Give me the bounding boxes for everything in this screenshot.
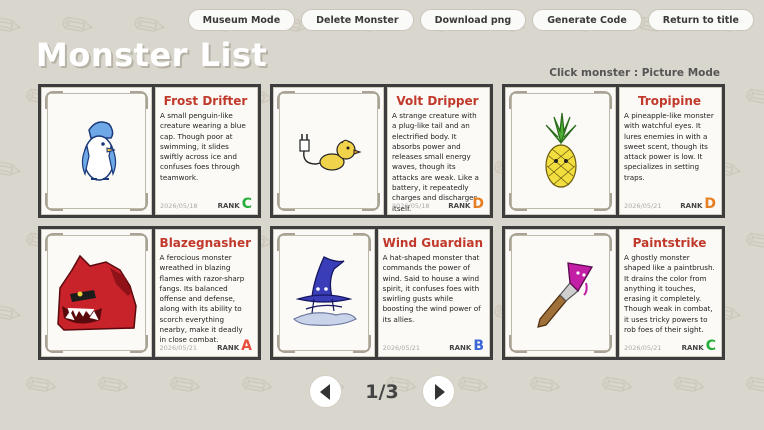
return-to-title-button[interactable]: Return to title <box>647 9 754 31</box>
monster-picture-frame <box>273 229 375 357</box>
rank-label: RANK <box>681 344 704 352</box>
monster-name: Frost Drifter <box>163 94 248 108</box>
rank-grade: A <box>241 338 252 354</box>
rank-grade: D <box>704 196 716 212</box>
background-brush-icon: ✎ <box>0 286 32 342</box>
monster-date: 2026/05/18 <box>392 202 430 210</box>
rank-grade: B <box>473 338 484 354</box>
monster-date: 2026/05/21 <box>382 344 421 352</box>
rank-grade: C <box>705 338 716 354</box>
monster-date: 2026/05/18 <box>160 202 198 210</box>
monster-description: A ferocious monster wreathed in blazing … <box>159 253 245 345</box>
generate-code-button[interactable]: Generate Code <box>532 9 642 31</box>
monster-picture-frame <box>41 87 152 215</box>
penguin-icon <box>81 121 116 181</box>
monster-description: A hat-shaped monster that commands the p… <box>382 253 481 324</box>
rank-label: RANK <box>449 344 472 352</box>
page-title: Monster List <box>36 36 268 74</box>
plug-bird-icon <box>298 134 362 171</box>
monster-card-frost-drifter[interactable]: Frost Drifter A small penguin-like creat… <box>38 84 261 218</box>
monster-name: Paintstrike <box>632 236 707 250</box>
rank-grade: D <box>472 196 484 212</box>
monster-name: Wind Guardian <box>382 236 483 250</box>
background-brush-icon: ✎ <box>736 214 764 270</box>
monster-name: Volt Dripper <box>396 94 479 108</box>
monster-rank: RANK B <box>449 338 484 354</box>
top-navigation: Museum Mode Delete Monster Download png … <box>187 9 754 31</box>
monster-card-paintstrike[interactable]: Paintstrike A ghostly monster shaped lik… <box>502 226 725 360</box>
monster-rank: RANK D <box>680 196 716 212</box>
monster-info-panel: Tropipine A pineapple-like monster with … <box>619 87 722 215</box>
monster-info-panel: Paintstrike A ghostly monster shaped lik… <box>619 229 722 357</box>
monster-description: A ghostly monster shaped like a paintbru… <box>624 253 715 335</box>
monster-description: A small penguin-like creature wearing a … <box>160 111 246 182</box>
rank-label: RANK <box>680 202 703 210</box>
monster-info-panel: Blazegnasher A ferocious monster wreathe… <box>154 229 258 357</box>
rank-grade: C <box>241 196 252 212</box>
monster-info-panel: Wind Guardian A hat-shaped monster that … <box>377 229 490 357</box>
monster-picture-frame <box>273 87 384 215</box>
pagination: 1/3 <box>0 375 764 408</box>
monster-rank: RANK D <box>448 196 484 212</box>
monster-picture-frame <box>41 229 152 357</box>
monster-rank: RANK C <box>682 338 716 354</box>
picture-mode-hint: Click monster : Picture Mode <box>549 67 720 79</box>
monster-picture-frame <box>505 229 616 357</box>
arrow-left-icon <box>319 383 330 400</box>
background-brush-icon: ✎ <box>0 142 32 198</box>
arrow-right-icon <box>434 383 445 400</box>
background-brush-icon: ✎ <box>0 0 32 54</box>
page-indicator: 1/3 <box>365 380 399 403</box>
monster-rank: RANK A <box>217 338 252 354</box>
museum-mode-button[interactable]: Museum Mode <box>187 9 296 31</box>
monster-grid: Frost Drifter A small penguin-like creat… <box>38 84 725 360</box>
monster-card-blazegnasher[interactable]: Blazegnasher A ferocious monster wreathe… <box>38 226 261 360</box>
paintbrush-icon <box>536 262 593 328</box>
monster-date: 2026/05/21 <box>624 202 662 210</box>
monster-name: Blazegnasher <box>159 236 251 250</box>
monster-info-panel: Volt Dripper A strange creature with a p… <box>387 87 490 215</box>
monster-picture-frame <box>505 87 616 215</box>
monster-info-panel: Frost Drifter A small penguin-like creat… <box>155 87 258 215</box>
rank-label: RANK <box>217 202 240 210</box>
previous-page-button[interactable] <box>309 375 342 408</box>
rank-label: RANK <box>448 202 471 210</box>
monster-card-wind-guardian[interactable]: Wind Guardian A hat-shaped monster that … <box>270 226 493 360</box>
red-beast-icon <box>57 254 138 331</box>
pineapple-icon <box>544 112 577 188</box>
monster-description: A pineapple-like monster with watchful e… <box>624 111 714 182</box>
rank-label: RANK <box>217 344 240 352</box>
download-png-button[interactable]: Download png <box>419 9 527 31</box>
delete-monster-button[interactable]: Delete Monster <box>301 9 414 31</box>
monster-card-tropipine[interactable]: Tropipine A pineapple-like monster with … <box>502 84 725 218</box>
monster-card-volt-dripper[interactable]: Volt Dripper A strange creature with a p… <box>270 84 493 218</box>
monster-date: 2026/05/21 <box>159 344 198 352</box>
next-page-button[interactable] <box>422 375 455 408</box>
monster-rank: RANK C <box>218 196 252 212</box>
monster-date: 2026/05/21 <box>624 344 662 352</box>
wizard-hat-icon <box>292 256 357 326</box>
monster-name: Tropipine <box>637 94 702 108</box>
background-brush-icon: ✎ <box>736 70 764 126</box>
